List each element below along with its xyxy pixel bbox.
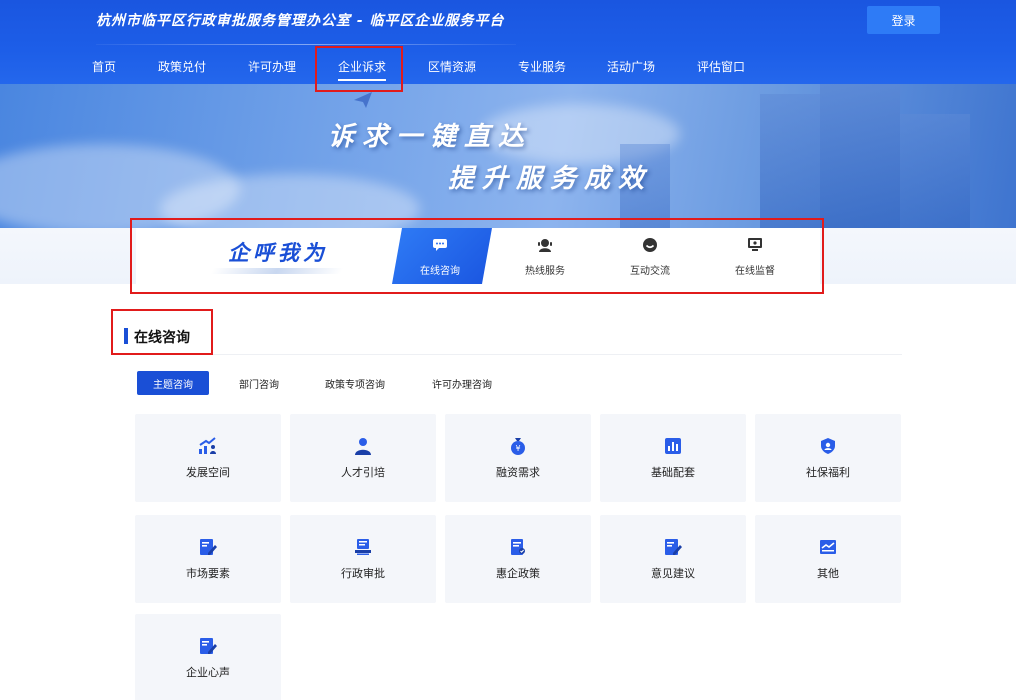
tab-label: 互动交流 [630, 266, 670, 277]
tab-online-consult[interactable]: 在线咨询 [405, 234, 475, 282]
tab-hotline[interactable]: 热线服务 [510, 234, 580, 282]
section-divider [124, 354, 902, 355]
mail-icon [818, 537, 838, 557]
building-decoration [820, 84, 900, 228]
topic-card-development-space[interactable]: 发展空间 [135, 414, 281, 502]
subtab-theme[interactable]: 主题咨询 [137, 371, 209, 395]
plane-icon [354, 92, 372, 108]
bar-chart-icon [663, 436, 683, 456]
monitor-icon [746, 236, 764, 254]
topic-card-other[interactable]: 其他 [755, 515, 901, 603]
nav-item-activities[interactable]: 活动广场 [607, 58, 655, 75]
tab-interaction[interactable]: 互动交流 [615, 234, 685, 282]
tab-label: 在线监督 [735, 266, 775, 277]
card-label: 其他 [817, 567, 839, 580]
topic-card-admin-approval[interactable]: 行政审批 [290, 515, 436, 603]
site-header: 杭州市临平区行政审批服务管理办公室 - 临平区企业服务平台 登录 首页 政策兑付… [0, 0, 1016, 84]
topic-card-social-security[interactable]: 社保福利 [755, 414, 901, 502]
growth-chart-icon [198, 436, 218, 456]
card-label: 人才引培 [341, 466, 385, 479]
service-brand: 企呼我为 [228, 241, 328, 265]
topic-card-enterprise-policy[interactable]: 惠企政策 [445, 515, 591, 603]
nav-item-license[interactable]: 许可办理 [248, 58, 296, 75]
topic-card-infrastructure[interactable]: 基础配套 [600, 414, 746, 502]
tab-label: 在线咨询 [420, 266, 460, 277]
edit-doc-icon [198, 636, 218, 656]
card-label: 企业心声 [186, 666, 230, 679]
headset-icon [536, 236, 554, 254]
money-bag-icon: ¥ [508, 436, 528, 456]
card-label: 基础配套 [651, 466, 695, 479]
building-decoration [760, 94, 820, 228]
section-accent-bar [124, 328, 128, 344]
topic-card-suggestions[interactable]: 意见建议 [600, 515, 746, 603]
site-title: 杭州市临平区行政审批服务管理办公室 - 临平区企业服务平台 [96, 13, 505, 29]
main-nav: 首页 政策兑付 许可办理 企业诉求 区情资源 专业服务 活动广场 评估窗口 [0, 50, 1016, 81]
title-divider [96, 44, 516, 45]
stamp-icon [353, 537, 373, 557]
login-button[interactable]: 登录 [867, 6, 940, 34]
card-label: 融资需求 [496, 466, 540, 479]
svg-text:¥: ¥ [515, 444, 520, 453]
chat-bubble-icon [431, 236, 449, 254]
card-label: 惠企政策 [496, 567, 540, 580]
subtab-department[interactable]: 部门咨询 [229, 371, 289, 395]
card-label: 意见建议 [651, 567, 695, 580]
topic-card-market[interactable]: 市场要素 [135, 515, 281, 603]
nav-item-pro-service[interactable]: 专业服务 [518, 58, 566, 75]
person-icon [353, 436, 373, 456]
card-label: 发展空间 [186, 466, 230, 479]
subtab-policy-special[interactable]: 政策专项咨询 [318, 371, 392, 395]
topic-card-enterprise-voice[interactable]: 企业心声 [135, 614, 281, 700]
subtab-license[interactable]: 许可办理咨询 [424, 371, 500, 395]
edit-doc-icon [198, 537, 218, 557]
smile-icon [641, 236, 659, 254]
tab-supervision[interactable]: 在线监督 [720, 234, 790, 282]
hero-banner: 诉求一键直达 提升服务成效 [0, 84, 1016, 228]
tab-label: 热线服务 [525, 266, 565, 277]
service-strip: 企呼我为 在线咨询 热线服务 互动交流 在线监督 [0, 228, 1016, 284]
card-label: 社保福利 [806, 466, 850, 479]
nav-item-policy[interactable]: 政策兑付 [158, 58, 206, 75]
shield-user-icon [818, 436, 838, 456]
banner-slogan-line1: 诉求一键直达 [328, 122, 533, 152]
section-title: 在线咨询 [134, 330, 190, 346]
topic-card-financing[interactable]: ¥ 融资需求 [445, 414, 591, 502]
edit-doc-icon [663, 537, 683, 557]
nav-item-region[interactable]: 区情资源 [428, 58, 476, 75]
card-label: 市场要素 [186, 567, 230, 580]
topic-card-talent[interactable]: 人才引培 [290, 414, 436, 502]
nav-item-evaluation[interactable]: 评估窗口 [697, 58, 745, 75]
brand-underline [210, 268, 344, 274]
card-label: 行政审批 [341, 567, 385, 580]
nav-item-enterprise-appeal[interactable]: 企业诉求 [338, 58, 387, 81]
building-decoration [900, 114, 970, 228]
policy-doc-icon [508, 537, 528, 557]
banner-slogan-line2: 提升服务成效 [448, 164, 653, 194]
nav-item-home[interactable]: 首页 [92, 58, 116, 75]
